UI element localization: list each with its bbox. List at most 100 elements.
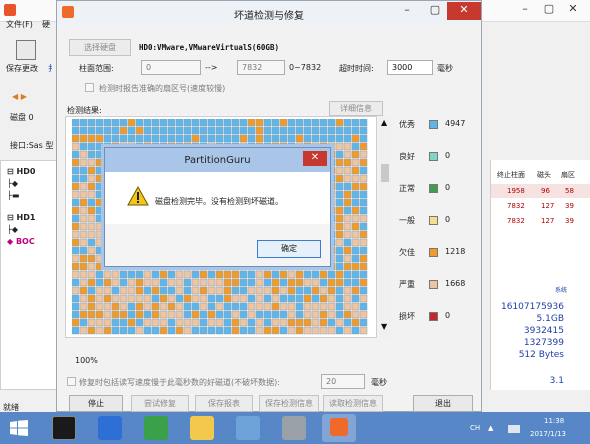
- tree-item-boot[interactable]: ◆ BOC: [7, 237, 35, 246]
- scroll-thumb[interactable]: [381, 164, 389, 182]
- sector-cell: [72, 174, 80, 183]
- save-report-button[interactable]: 保存报表: [195, 395, 253, 412]
- menu-file[interactable]: 文件(F): [6, 19, 33, 30]
- sector-cell: [239, 134, 248, 143]
- sector-cell: [143, 278, 152, 287]
- table-cell: 1958: [507, 187, 525, 195]
- sector-cell: [303, 318, 312, 327]
- legend-normal: 正常 0: [399, 183, 451, 193]
- ok-button[interactable]: 确定: [257, 240, 321, 258]
- sector-cell: [335, 142, 344, 151]
- sector-cell: [247, 310, 256, 319]
- menu-disk[interactable]: 硬: [42, 19, 50, 30]
- legend-damaged: 损坏 0: [399, 311, 451, 321]
- progress-percent: 100%: [75, 356, 98, 365]
- sector-cell: [279, 318, 288, 327]
- sector-cell: [343, 310, 352, 319]
- sector-cell: [359, 198, 368, 207]
- maximize-button[interactable]: ▢: [421, 2, 449, 20]
- close-button[interactable]: ✕: [447, 2, 481, 20]
- sector-cell: [207, 119, 216, 127]
- cmd-icon[interactable]: [52, 416, 76, 440]
- partitionguru-task-button[interactable]: [322, 414, 356, 442]
- scroll-down-icon[interactable]: ▼: [381, 322, 387, 331]
- save-changes-icon[interactable]: [16, 40, 36, 60]
- nav-arrows-icon[interactable]: ◀ ▶: [12, 92, 27, 101]
- sector-cell: [359, 214, 368, 223]
- exit-button[interactable]: 退出: [413, 395, 473, 412]
- sector-cell: [127, 270, 136, 279]
- sector-cell: [215, 119, 224, 127]
- ie-icon[interactable]: [98, 416, 122, 440]
- sector-cell: [335, 198, 344, 207]
- stop-button[interactable]: 停止: [69, 395, 123, 412]
- app-icon[interactable]: [144, 416, 168, 440]
- save-changes-label[interactable]: 保存更改: [6, 63, 38, 74]
- sector-cell: [335, 270, 344, 279]
- ime-indicator[interactable]: CH: [470, 424, 480, 432]
- minimize-button[interactable]: –: [393, 2, 421, 20]
- disk-icon[interactable]: [282, 416, 306, 440]
- tree-item-hd1[interactable]: ⊟ HD1: [7, 213, 35, 222]
- sector-cell: [87, 238, 96, 247]
- sector-cell: [72, 238, 80, 247]
- sector-cell: [159, 286, 168, 295]
- sector-cell: [263, 318, 272, 327]
- repair-slow-checkbox[interactable]: [67, 377, 76, 386]
- select-disk-button[interactable]: 选择硬盘: [69, 39, 131, 56]
- sector-cell: [119, 286, 128, 295]
- sector-cell: [111, 286, 120, 295]
- sector-cell: [319, 318, 328, 327]
- popup-close-button[interactable]: ✕: [303, 151, 327, 166]
- tree-item-hd0[interactable]: ⊟ HD0: [7, 167, 35, 176]
- sector-cell: [215, 318, 224, 327]
- report-sector-label[interactable]: 检测时报告准确的扇区号(速度较慢): [99, 83, 225, 94]
- sector-cell: [279, 294, 288, 303]
- sector-cell: [207, 310, 216, 319]
- tray-up-icon[interactable]: ▲: [488, 424, 493, 432]
- sector-cell: [359, 254, 368, 263]
- cylinder-from-input[interactable]: 0: [141, 60, 201, 75]
- sector-cell: [223, 270, 232, 279]
- sector-cell: [279, 119, 288, 127]
- sector-cell: [175, 286, 184, 295]
- try-repair-button[interactable]: 尝试修复: [131, 395, 189, 412]
- clock-time[interactable]: 11:38: [544, 417, 564, 425]
- details-button[interactable]: 详细信息: [329, 101, 383, 116]
- network-icon[interactable]: [508, 425, 520, 433]
- sector-cell: [143, 326, 152, 335]
- scroll-up-icon[interactable]: ▲: [381, 118, 387, 127]
- sector-cell: [199, 294, 208, 303]
- sector-cell: [87, 214, 96, 223]
- sector-cell: [319, 126, 328, 135]
- sector-cell: [359, 262, 368, 271]
- bg-close-button[interactable]: ✕: [562, 2, 584, 18]
- sector-cell: [175, 278, 184, 287]
- sector-cell: [159, 318, 168, 327]
- toolbar-next-label[interactable]: 扌: [48, 63, 56, 74]
- control-panel-icon[interactable]: [236, 416, 260, 440]
- cylinder-to-input[interactable]: 7832: [237, 60, 285, 75]
- sector-cell: [119, 310, 128, 319]
- sector-cell: [223, 134, 232, 143]
- sector-cell: [175, 310, 184, 319]
- sector-cell: [95, 158, 104, 167]
- sector-cell: [247, 318, 256, 327]
- windows-start-icon[interactable]: [10, 420, 28, 436]
- save-info-button[interactable]: 保存检测信息: [259, 395, 319, 412]
- bg-maximize-button[interactable]: ▢: [538, 2, 560, 18]
- read-info-button[interactable]: 读取检测信息: [323, 395, 383, 412]
- repair-slow-label[interactable]: 修复时包括读写速度慢于此毫秒数的好磁道(不破坏数据):: [79, 377, 280, 388]
- explorer-icon[interactable]: [190, 416, 214, 440]
- sector-cell: [183, 302, 192, 311]
- sector-map-scrollbar[interactable]: ▲ ▼: [379, 116, 391, 338]
- sector-cell: [103, 302, 112, 311]
- bg-minimize-button[interactable]: –: [514, 2, 536, 18]
- timeout-input[interactable]: 3000: [387, 60, 433, 75]
- clock-date[interactable]: 2017/1/13: [530, 430, 566, 438]
- sector-cell: [167, 270, 176, 279]
- report-sector-checkbox[interactable]: [85, 83, 94, 92]
- sector-cell: [72, 254, 80, 263]
- repair-ms-input[interactable]: 20: [321, 374, 365, 389]
- sector-cell: [247, 294, 256, 303]
